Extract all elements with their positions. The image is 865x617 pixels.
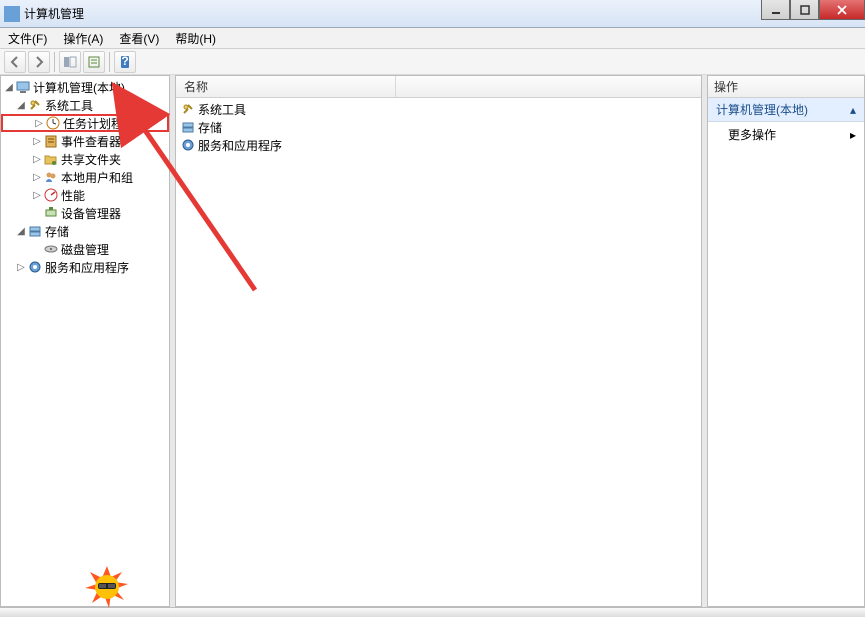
list-item-storage[interactable]: 存储 [176, 118, 701, 136]
tree-device-manager-label: 设备管理器 [61, 205, 121, 222]
tree-event-viewer-label: 事件查看器 [61, 133, 121, 150]
tree-panel: ◢ 计算机管理(本地) ◢ 系统工具 ▷ 任务计划程序 ▷ 事件查看器 ▷ [0, 75, 170, 607]
tree-performance-label: 性能 [61, 187, 85, 204]
list-panel: 名称 系统工具 存储 服务和应用程序 [175, 75, 702, 607]
menu-help[interactable]: 帮助(H) [169, 28, 222, 49]
shared-folder-icon [43, 151, 59, 167]
expand-icon[interactable]: ▷ [31, 190, 43, 201]
menu-bar: 文件(F) 操作(A) 查看(V) 帮助(H) [0, 28, 865, 49]
action-more-label: 更多操作 [728, 126, 776, 143]
tree-disk-management[interactable]: 磁盘管理 [1, 240, 169, 258]
help-button[interactable]: ? [114, 51, 136, 73]
chevron-right-icon: ▸ [850, 128, 856, 142]
app-icon [4, 6, 20, 22]
status-bar [0, 607, 865, 617]
computer-icon [15, 79, 31, 95]
window-title: 计算机管理 [24, 5, 84, 22]
tree-device-manager[interactable]: 设备管理器 [1, 204, 169, 222]
device-manager-icon [43, 205, 59, 221]
expand-icon[interactable]: ▷ [33, 118, 45, 129]
menu-view[interactable]: 查看(V) [113, 28, 165, 49]
tree-services-apps[interactable]: ▷ 服务和应用程序 [1, 258, 169, 276]
tree-local-users[interactable]: ▷ 本地用户和组 [1, 168, 169, 186]
collapse-icon[interactable]: ◢ [15, 100, 27, 111]
tree-view: ◢ 计算机管理(本地) ◢ 系统工具 ▷ 任务计划程序 ▷ 事件查看器 ▷ [1, 76, 169, 278]
tree-services-apps-label: 服务和应用程序 [45, 259, 129, 276]
tree-storage[interactable]: ◢ 存储 [1, 222, 169, 240]
tree-shared-folders-label: 共享文件夹 [61, 151, 121, 168]
list-item-label: 系统工具 [198, 101, 246, 118]
tree-shared-folders[interactable]: ▷ 共享文件夹 [1, 150, 169, 168]
nav-forward-button[interactable] [28, 51, 50, 73]
column-name[interactable]: 名称 [176, 76, 396, 97]
menu-action[interactable]: 操作(A) [57, 28, 109, 49]
title-bar: 计算机管理 [0, 0, 865, 28]
storage-icon [180, 119, 196, 135]
tree-root-label: 计算机管理(本地) [33, 79, 125, 96]
toolbar-separator [54, 52, 55, 72]
collapse-icon[interactable]: ◢ [3, 82, 15, 93]
menu-file[interactable]: 文件(F) [2, 28, 53, 49]
list-item-services-apps[interactable]: 服务和应用程序 [176, 136, 701, 154]
services-icon [27, 259, 43, 275]
show-hide-tree-button[interactable] [59, 51, 81, 73]
properties-button[interactable] [83, 51, 105, 73]
tree-root[interactable]: ◢ 计算机管理(本地) [1, 78, 169, 96]
actions-section-title[interactable]: 计算机管理(本地) ▴ [708, 98, 864, 122]
tree-system-tools[interactable]: ◢ 系统工具 [1, 96, 169, 114]
collapse-icon: ▴ [850, 103, 856, 117]
tree-performance[interactable]: ▷ 性能 [1, 186, 169, 204]
tree-event-viewer[interactable]: ▷ 事件查看器 [1, 132, 169, 150]
window-controls [761, 0, 865, 20]
list-header: 名称 [176, 76, 701, 98]
minimize-button[interactable] [761, 0, 790, 20]
content-area: ◢ 计算机管理(本地) ◢ 系统工具 ▷ 任务计划程序 ▷ 事件查看器 ▷ [0, 75, 865, 607]
tree-task-scheduler[interactable]: ▷ 任务计划程序 [1, 114, 169, 132]
storage-icon [27, 223, 43, 239]
actions-header: 操作 [708, 76, 864, 98]
expand-icon[interactable]: ▷ [31, 136, 43, 147]
tree-local-users-label: 本地用户和组 [61, 169, 133, 186]
collapse-icon[interactable]: ◢ [15, 226, 27, 237]
svg-text:?: ? [121, 55, 128, 68]
toolbar-separator [109, 52, 110, 72]
services-icon [180, 137, 196, 153]
nav-back-button[interactable] [4, 51, 26, 73]
action-more[interactable]: 更多操作 ▸ [708, 122, 864, 147]
expand-icon[interactable]: ▷ [15, 262, 27, 273]
actions-section-label: 计算机管理(本地) [716, 101, 808, 118]
toolbar: ? [0, 49, 865, 75]
actions-panel: 操作 计算机管理(本地) ▴ 更多操作 ▸ [707, 75, 865, 607]
tools-icon [27, 97, 43, 113]
event-icon [43, 133, 59, 149]
expand-icon[interactable]: ▷ [31, 154, 43, 165]
tree-system-tools-label: 系统工具 [45, 97, 93, 114]
list-item-label: 存储 [198, 119, 222, 136]
tree-disk-management-label: 磁盘管理 [61, 241, 109, 258]
maximize-button[interactable] [790, 0, 819, 20]
list-item-label: 服务和应用程序 [198, 137, 282, 154]
users-icon [43, 169, 59, 185]
disk-icon [43, 241, 59, 257]
list-item-system-tools[interactable]: 系统工具 [176, 100, 701, 118]
expand-icon[interactable]: ▷ [31, 172, 43, 183]
list-body: 系统工具 存储 服务和应用程序 [176, 98, 701, 606]
close-button[interactable] [819, 0, 865, 20]
tree-task-scheduler-label: 任务计划程序 [63, 115, 135, 132]
tools-icon [180, 101, 196, 117]
clock-icon [45, 115, 61, 131]
tree-storage-label: 存储 [45, 223, 69, 240]
performance-icon [43, 187, 59, 203]
